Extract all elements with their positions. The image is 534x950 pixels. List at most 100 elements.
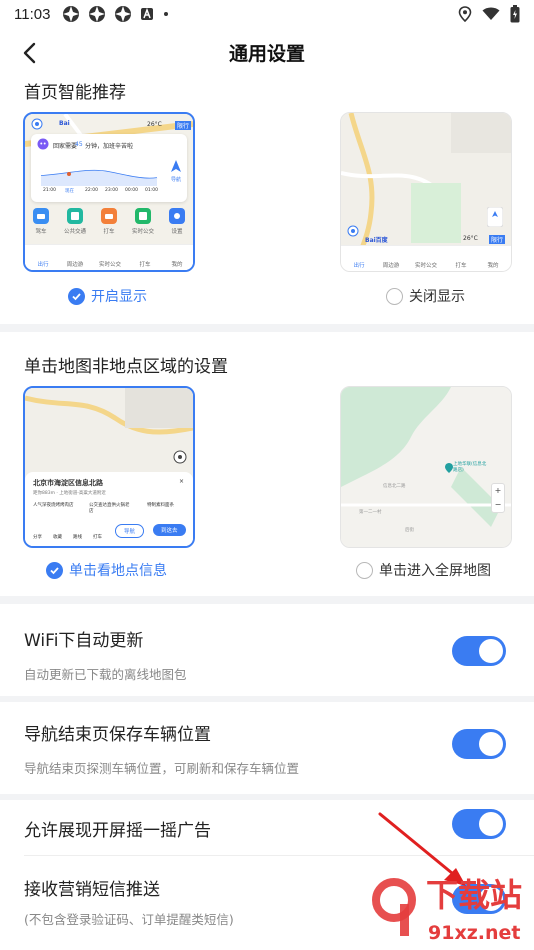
- place-tag: 公交查达直供火锅老店: [89, 503, 130, 514]
- location-target-icon: [347, 225, 359, 237]
- place-sub: 距你883m · 上地街道-高粱大道附近: [33, 491, 106, 496]
- setting-title: 导航结束页保存车辆位置: [24, 725, 211, 745]
- wifi-icon: [482, 7, 500, 20]
- bus-icon: [67, 208, 83, 224]
- action-label: 分享: [33, 535, 42, 540]
- setting-save-car-location: 导航结束页保存车辆位置 导航结束页探测车辆位置，可刷新和保存车辆位置: [0, 702, 534, 794]
- time-tick: 21:00: [43, 188, 56, 193]
- location-target-icon: [173, 450, 187, 464]
- option-show-off[interactable]: 关闭显示: [386, 286, 465, 306]
- commute-card: 回家需要 45 分钟，加班辛苦啦 21:00 现在 22:00 23:00 00…: [31, 134, 187, 202]
- tab-label: 打车: [139, 262, 151, 268]
- preview-home-off[interactable]: Bai百度 26°C 限行 出行 周边游 实时公交 打车 我的: [340, 112, 512, 272]
- chevron-left-icon: [23, 42, 36, 64]
- toggle-knob: [479, 812, 503, 836]
- realtime-bus-icon: [135, 208, 151, 224]
- time-tick: 00:00: [125, 188, 138, 193]
- brand-logo: Bai百度: [365, 237, 388, 244]
- weather-text: 26°C: [463, 235, 478, 242]
- quick-icon-label: 实时公交: [131, 229, 154, 235]
- radio-empty-icon: [386, 287, 403, 305]
- quick-icons-row: 驾车 公共交通 打车 实时公交 设置: [31, 208, 187, 238]
- checkmark-icon: [68, 287, 85, 305]
- place-info-card: 北京市海淀区信息北路 × 距你883m · 上地街道-高粱大道附近 人气深夜烧烤…: [25, 472, 193, 546]
- setting-desc: 导航结束页探测车辆位置，可刷新和保存车辆位置: [24, 761, 300, 776]
- option-show-on[interactable]: 开启显示: [68, 286, 147, 306]
- section-title: 首页智能推荐: [24, 83, 126, 103]
- place-tag: 特制素料面条: [147, 503, 174, 508]
- poi-label: 上地华联(信息北路店): [453, 462, 487, 473]
- watermark: 下载站 91xz.net: [364, 868, 534, 950]
- time-tick: 23:00: [105, 188, 118, 193]
- tab-label: 实时公交: [414, 263, 437, 269]
- toggle-knob: [479, 639, 503, 663]
- quick-icon-label: 公共交通: [63, 229, 86, 235]
- save-car-location-toggle[interactable]: [452, 729, 506, 759]
- location-icon: [458, 6, 472, 22]
- tab-label: 我的: [171, 262, 183, 268]
- preview-map-info[interactable]: 北京市海淀区信息北路 × 距你883m · 上地街道-高粱大道附近 人气深夜烧烤…: [23, 386, 195, 548]
- taxi-icon: [101, 208, 117, 224]
- greeting-suffix: 分钟，加班辛苦啦: [85, 143, 134, 150]
- commute-chart: [40, 169, 158, 186]
- tab-label: 我的: [487, 263, 499, 269]
- checkmark-icon: [46, 561, 63, 579]
- quick-icon-label: 设置: [171, 229, 183, 235]
- nav-label: 导航: [171, 177, 182, 183]
- tab-label: 出行: [37, 262, 49, 268]
- page-title: 通用设置: [228, 42, 305, 65]
- option-label: 单击进入全屏地图: [379, 563, 491, 579]
- action-label: 收藏: [53, 535, 62, 540]
- radio-empty-icon: [356, 561, 373, 579]
- setting-title: WiFi下自动更新: [24, 631, 144, 651]
- tab-label: 周边游: [66, 262, 84, 268]
- place-name: 北京市海淀区信息北路: [33, 479, 103, 487]
- zoom-out-icon: −: [494, 500, 502, 509]
- restriction-badge: 限行: [175, 121, 192, 130]
- preview-map-full[interactable]: 上地华联(信息北路店) 信息北二路 第一二一村 后街 + −: [340, 386, 512, 548]
- option-label: 关闭显示: [409, 289, 465, 305]
- map-click-section: 单击地图非地点区域的设置 北京市海淀区信息北路 × 距你883m · 上地街道-…: [0, 332, 534, 596]
- bottom-tab-bar: 出行 周边游 实时公交 打车 我的: [25, 244, 193, 270]
- a-badge-icon: [141, 7, 154, 20]
- car-icon: [33, 208, 49, 224]
- road-label: 后街: [405, 528, 414, 533]
- location-target-icon: [31, 118, 43, 130]
- nav-button: 导航: [115, 524, 145, 538]
- wifi-update-toggle[interactable]: [452, 636, 506, 666]
- watermark-text-cn: 下载站: [426, 876, 523, 914]
- settings-icon: [169, 208, 185, 224]
- preview-home-on[interactable]: Bai 26°C 限行 回家需要 45 分钟，加班辛苦啦 21:00 现在 22…: [23, 112, 195, 272]
- road-label: 信息北二路: [383, 484, 406, 489]
- setting-title: 允许展现开屏摇一摇广告: [24, 821, 211, 841]
- go-button: 到这去: [153, 524, 186, 536]
- time-tick: 22:00: [85, 188, 98, 193]
- action-label: 打车: [93, 535, 102, 540]
- setting-title: 接收营销短信推送: [24, 880, 160, 900]
- option-map-full[interactable]: 单击进入全屏地图: [356, 560, 491, 580]
- battery-icon: [510, 5, 520, 23]
- app-notification-icon: [63, 6, 80, 22]
- place-tag: 人气深夜烧烤烤肉店: [33, 503, 74, 508]
- zoom-control: + −: [491, 483, 505, 513]
- option-map-info[interactable]: 单击看地点信息: [46, 560, 167, 580]
- watermark-logo-icon: [372, 878, 416, 936]
- back-button[interactable]: [16, 40, 42, 66]
- status-right: [458, 5, 520, 23]
- close-icon: ×: [179, 478, 185, 485]
- tab-label: 出行: [353, 263, 365, 269]
- dot-icon: [164, 12, 169, 16]
- brand-logo: Bai: [59, 120, 70, 127]
- app-header: 通用设置: [0, 28, 534, 76]
- toggle-knob: [479, 732, 503, 756]
- assistant-avatar-icon: [37, 138, 49, 150]
- restriction-badge: 限行: [489, 235, 506, 244]
- tab-label: 打车: [455, 263, 467, 269]
- road-label: 第一二一村: [359, 510, 382, 515]
- time-tick: 现在: [65, 189, 74, 194]
- setting-desc: (不包含登录验证码、订单提醒类短信): [24, 912, 234, 927]
- time-tick: 01:00: [145, 188, 158, 193]
- app-notification-icon: [115, 6, 132, 22]
- greeting-prefix: 回家需要: [53, 143, 78, 150]
- zoom-in-icon: +: [494, 486, 502, 495]
